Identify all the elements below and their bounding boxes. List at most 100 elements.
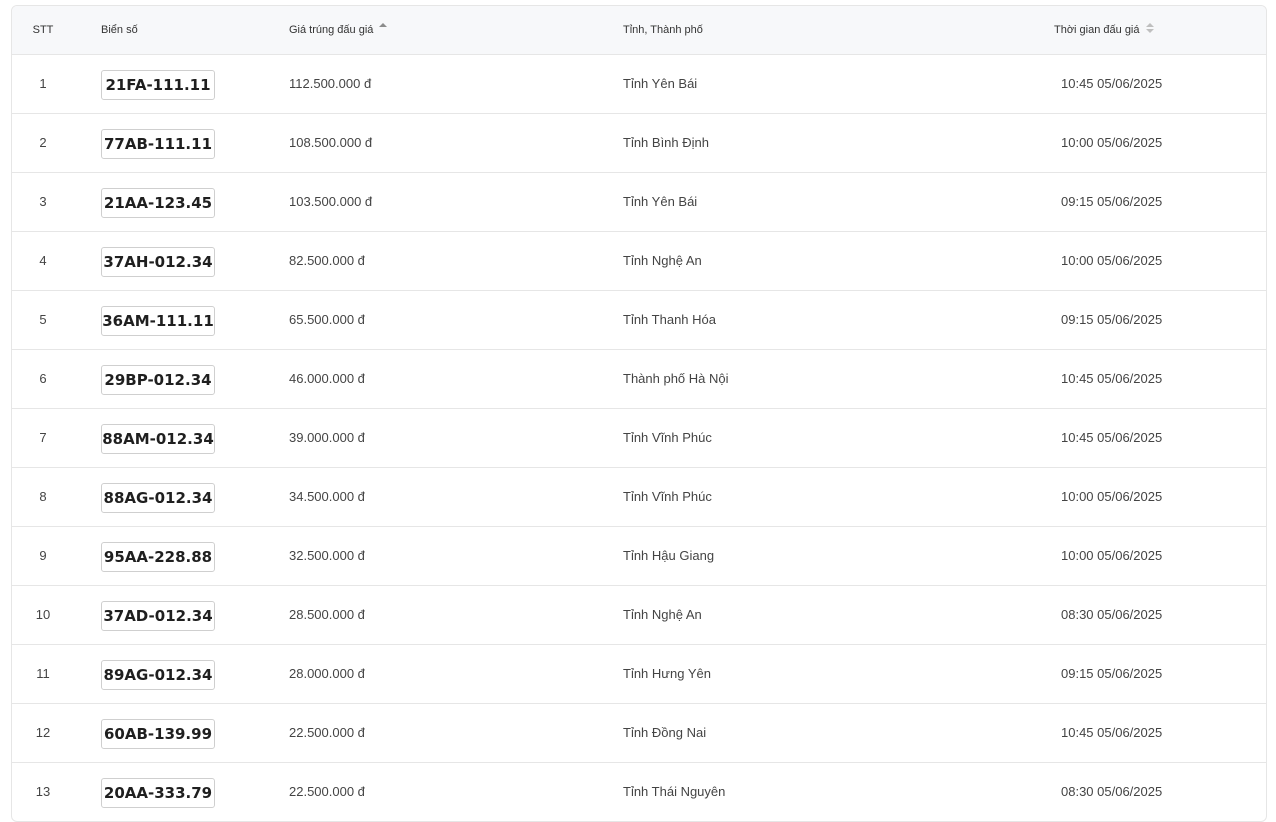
row-price: 65.500.000 đ [289,312,365,327]
header-price-label: Giá trúng đấu giá [289,24,374,36]
row-stt: 10 [35,607,51,622]
header-province: Tỉnh, Thành phố [623,24,703,36]
license-plate[interactable]: 37AH-012.34 [101,246,215,277]
row-stt: 2 [39,135,47,150]
table-row[interactable]: 1 21FA-111.11 112.500.000 đ Tỉnh Yên Bái 10:… [12,55,1266,114]
header-price[interactable]: Giá trúng đấu giá [289,6,388,54]
row-stt: 3 [39,194,47,209]
row-price: 82.500.000 đ [289,253,365,268]
row-province: Tỉnh Yên Bái [623,194,698,209]
row-plate-cell: 37AD-012.34 [101,586,215,644]
row-province: Tỉnh Vĩnh Phúc [623,489,712,504]
row-stt: 7 [39,430,47,445]
row-province: Thành phố Hà Nội [623,371,729,386]
row-plate-cell: 20AA-333.79 [101,763,215,821]
row-stt: 6 [39,371,47,386]
row-time: 10:00 05/06/2025 [1061,253,1163,268]
license-plate[interactable]: 20AA-333.79 [101,777,215,808]
license-plate[interactable]: 89AG-012.34 [101,659,215,690]
row-time: 10:45 05/06/2025 [1061,76,1163,91]
row-price: 32.500.000 đ [289,548,365,563]
row-price: 28.000.000 đ [289,666,365,681]
table-row[interactable]: 10 37AD-012.34 28.500.000 đ Tỉnh Nghệ An 08:… [12,586,1266,645]
row-price: 28.500.000 đ [289,607,365,622]
header-time-label: Thời gian đấu giá [1054,24,1140,36]
row-time: 10:00 05/06/2025 [1061,548,1163,563]
row-province: Tỉnh Bình Định [623,135,709,150]
row-price: 34.500.000 đ [289,489,365,504]
row-stt: 4 [39,253,47,268]
row-time: 10:00 05/06/2025 [1061,489,1163,504]
table-row[interactable]: 3 21AA-123.45 103.500.000 đ Tỉnh Yên Bái 09:… [12,173,1266,232]
license-plate[interactable]: 88AG-012.34 [101,482,215,513]
license-plate[interactable]: 36AM-111.11 [101,305,215,336]
row-province: Tỉnh Hưng Yên [623,666,711,681]
license-plate[interactable]: 60AB-139.99 [101,718,215,749]
table-row[interactable]: 9 95AA-228.88 32.500.000 đ Tỉnh Hậu Giang 10… [12,527,1266,586]
row-province: Tỉnh Đồng Nai [623,725,707,740]
row-stt: 9 [39,548,47,563]
license-plate[interactable]: 95AA-228.88 [101,541,215,572]
table-row[interactable]: 6 29BP-012.34 46.000.000 đ Thành phố Hà Nội… [12,350,1266,409]
table-row[interactable]: 13 20AA-333.79 22.500.000 đ Tỉnh Thái Nguyê… [12,763,1266,821]
row-province: Tỉnh Yên Bái [623,76,698,91]
row-price: 46.000.000 đ [289,371,365,386]
table-row[interactable]: 7 88AM-012.34 39.000.000 đ Tỉnh Vĩnh Phúc 10… [12,409,1266,468]
row-time: 10:45 05/06/2025 [1061,430,1163,445]
row-province: Tỉnh Thái Nguyên [623,784,726,799]
header-time[interactable]: Thời gian đấu giá [1054,6,1154,54]
row-price: 22.500.000 đ [289,725,365,740]
license-plate[interactable]: 29BP-012.34 [101,364,215,395]
row-plate-cell: 88AG-012.34 [101,468,215,526]
table-header: STT Biển số Giá trúng đấu giá Tỉnh, Thàn… [12,6,1266,55]
row-plate-cell: 88AM-012.34 [101,409,215,467]
row-stt: 1 [39,76,47,91]
license-plate[interactable]: 77AB-111.11 [101,128,215,159]
table-row[interactable]: 8 88AG-012.34 34.500.000 đ Tỉnh Vĩnh Phúc 10… [12,468,1266,527]
license-plate[interactable]: 21FA-111.11 [101,69,215,100]
row-plate-cell: 21AA-123.45 [101,173,215,231]
row-price: 103.500.000 đ [289,194,373,209]
row-time: 08:30 05/06/2025 [1061,607,1163,622]
table-row[interactable]: 5 36AM-111.11 65.500.000 đ Tỉnh Thanh Hóa 09… [12,291,1266,350]
row-plate-cell: 21FA-111.11 [101,55,215,113]
row-stt: 13 [35,784,51,799]
row-province: Tỉnh Vĩnh Phúc [623,430,712,445]
row-price: 39.000.000 đ [289,430,365,445]
sort-ascending-icon[interactable] [379,22,388,36]
auction-results-table: STT Biển số Giá trúng đấu giá Tỉnh, Thàn… [11,5,1267,822]
table-row[interactable]: 11 89AG-012.34 28.000.000 đ Tỉnh Hưng Yên 09… [12,645,1266,704]
row-time: 09:15 05/06/2025 [1061,666,1163,681]
row-plate-cell: 29BP-012.34 [101,350,215,408]
table-body: 1 21FA-111.11 112.500.000 đ Tỉnh Yên Bái 10:… [12,55,1266,821]
row-plate-cell: 36AM-111.11 [101,291,215,349]
license-plate[interactable]: 21AA-123.45 [101,187,215,218]
license-plate[interactable]: 88AM-012.34 [101,423,215,454]
row-time: 09:15 05/06/2025 [1061,312,1163,327]
row-price: 112.500.000 đ [289,76,372,91]
row-stt: 8 [39,489,47,504]
header-stt: STT [32,24,54,36]
header-plate: Biển số [101,24,138,36]
row-time: 10:00 05/06/2025 [1061,135,1163,150]
row-plate-cell: 95AA-228.88 [101,527,215,585]
row-stt: 5 [39,312,47,327]
row-time: 09:15 05/06/2025 [1061,194,1163,209]
table-row[interactable]: 2 77AB-111.11 108.500.000 đ Tỉnh Bình Định 1… [12,114,1266,173]
row-province: Tỉnh Thanh Hóa [623,312,716,327]
table-row[interactable]: 4 37AH-012.34 82.500.000 đ Tỉnh Nghệ An 10:0… [12,232,1266,291]
row-plate-cell: 89AG-012.34 [101,645,215,703]
sort-icon[interactable] [1145,22,1154,36]
row-time: 10:45 05/06/2025 [1061,725,1163,740]
row-plate-cell: 77AB-111.11 [101,114,215,172]
row-price: 22.500.000 đ [289,784,365,799]
row-price: 108.500.000 đ [289,135,373,150]
row-plate-cell: 37AH-012.34 [101,232,215,290]
row-province: Tỉnh Nghệ An [623,253,702,268]
row-time: 08:30 05/06/2025 [1061,784,1163,799]
row-stt: 11 [36,666,50,681]
license-plate[interactable]: 37AD-012.34 [101,600,215,631]
row-province: Tỉnh Nghệ An [623,607,702,622]
table-row[interactable]: 12 60AB-139.99 22.500.000 đ Tỉnh Đồng Nai 10… [12,704,1266,763]
row-stt: 12 [35,725,51,740]
